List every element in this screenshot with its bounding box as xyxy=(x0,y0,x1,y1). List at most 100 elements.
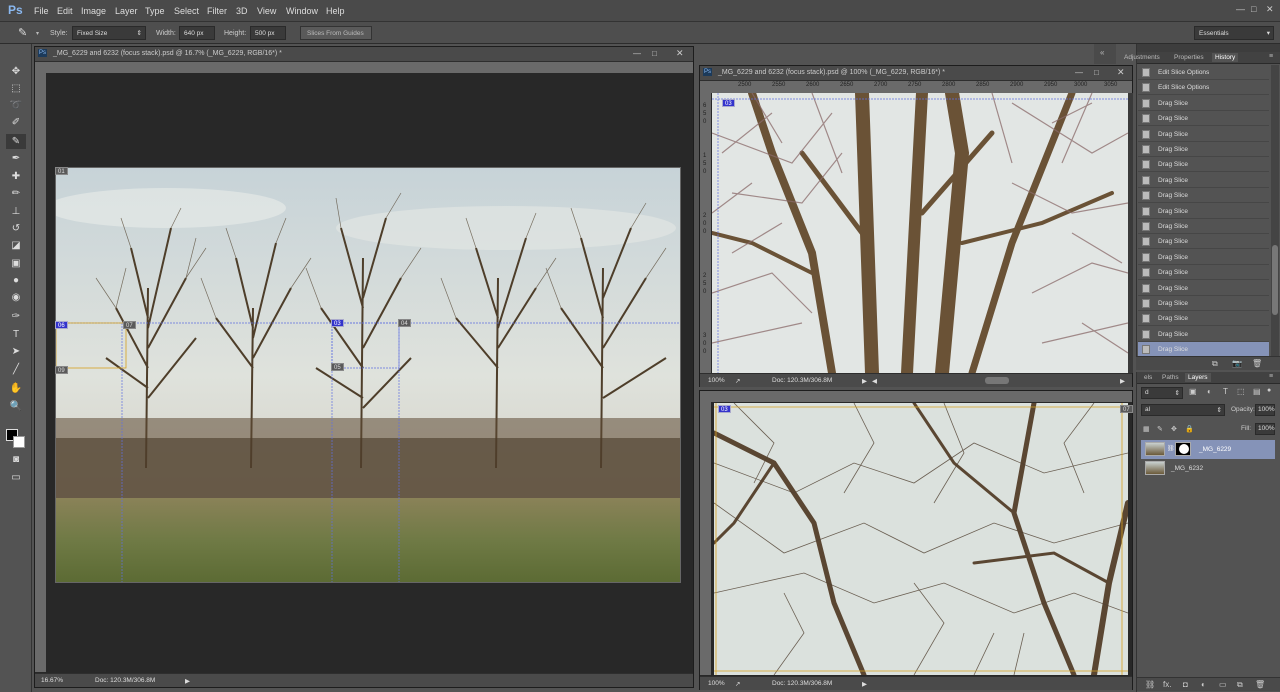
new-document-from-state-icon[interactable]: ⧉ xyxy=(1212,359,1218,369)
history-state-item[interactable]: Drag Slice xyxy=(1138,95,1269,111)
lock-all-icon[interactable]: 🔒 xyxy=(1185,425,1194,433)
history-state-item[interactable]: Drag Slice xyxy=(1138,249,1269,265)
history-state-item[interactable]: Edit Slice Options xyxy=(1138,65,1269,80)
move-tool-icon[interactable]: ✥ xyxy=(6,64,26,79)
history-state-item[interactable]: Drag Slice xyxy=(1138,296,1269,311)
lock-position-icon[interactable]: ✥ xyxy=(1171,425,1177,433)
tab-adjustments[interactable]: Adjustments xyxy=(1121,53,1163,62)
tab-history[interactable]: History xyxy=(1212,53,1239,62)
adjustment-layer-icon[interactable]: ◐ xyxy=(1201,680,1206,689)
slice-label-04[interactable]: 04 xyxy=(398,319,411,327)
tab-properties[interactable]: Properties xyxy=(1171,53,1207,62)
slice-label-05[interactable]: 05 xyxy=(331,363,344,371)
menu-select[interactable]: Select xyxy=(174,6,199,16)
horizontal-scroll-thumb[interactable] xyxy=(985,377,1009,384)
snapshot-camera-icon[interactable]: 📷 xyxy=(1232,359,1242,368)
history-state-item[interactable]: Drag Slice xyxy=(1138,342,1269,358)
history-state-item[interactable]: Drag Slice xyxy=(1138,203,1269,219)
eyedropper-tool-icon[interactable]: ✒ xyxy=(6,151,26,166)
lock-transparent-icon[interactable]: ▦ xyxy=(1143,425,1150,433)
hand-tool-icon[interactable]: ✋ xyxy=(6,381,26,396)
menu-filter[interactable]: Filter xyxy=(207,6,227,16)
gradient-tool-icon[interactable]: ▣ xyxy=(6,256,26,271)
brush-tool-icon[interactable]: ✏ xyxy=(6,186,26,201)
slice-label-03[interactable]: 03 xyxy=(722,99,735,107)
lasso-tool-icon[interactable]: ➰ xyxy=(6,98,26,113)
history-state-item[interactable]: Drag Slice xyxy=(1138,188,1269,204)
history-brush-tool-icon[interactable]: ↺ xyxy=(6,221,26,236)
branches-closeup-canvas[interactable] xyxy=(714,403,1128,675)
path-select-tool-icon[interactable]: ➤ xyxy=(6,344,26,359)
zoom-tool-icon[interactable]: 🔍 xyxy=(6,399,26,414)
maximize-icon[interactable]: □ xyxy=(1094,68,1099,77)
slice-tool-icon[interactable]: ✎ xyxy=(6,134,26,149)
menu-window[interactable]: Window xyxy=(286,6,318,16)
line-tool-icon[interactable]: ╱ xyxy=(6,362,26,377)
adjustment-filter-icon[interactable]: ◐ xyxy=(1207,387,1212,396)
fill-field[interactable]: 100% xyxy=(1255,423,1275,435)
history-state-item[interactable]: Drag Slice xyxy=(1138,311,1269,327)
slice-label-03[interactable]: 03 xyxy=(331,319,344,327)
minimize-icon[interactable]: — xyxy=(1075,68,1083,77)
status-menu-icon[interactable]: ↗ xyxy=(735,377,740,385)
menu-type[interactable]: Type xyxy=(145,6,165,16)
trash-icon[interactable]: 🗑 xyxy=(1252,359,1262,368)
slice-label-06[interactable]: 06 xyxy=(55,321,68,329)
opacity-field[interactable]: 100% xyxy=(1255,404,1275,416)
scroll-left-icon[interactable]: ◀ xyxy=(872,377,877,385)
status-menu-arrow-icon[interactable]: ▶ xyxy=(862,377,867,385)
history-state-item[interactable]: Edit Slice Options xyxy=(1138,80,1269,96)
history-scroll-thumb[interactable] xyxy=(1272,245,1278,315)
top-document-tab[interactable]: Ps _MG_6229 and 6232 (focus stack).psd @… xyxy=(700,66,1132,81)
vertical-scrollbar[interactable] xyxy=(1128,93,1133,373)
panel-grip[interactable] xyxy=(1137,44,1280,52)
new-layer-icon[interactable]: ⧉ xyxy=(1237,680,1243,690)
history-state-item[interactable]: Drag Slice xyxy=(1138,111,1269,127)
quick-mask-icon[interactable]: ◙ xyxy=(6,452,26,467)
layer-kind-filter[interactable]: d ⇕ xyxy=(1141,387,1183,399)
layer-mask-thumbnail[interactable] xyxy=(1175,442,1191,456)
width-field[interactable]: 640 px xyxy=(179,26,215,40)
slice-label-07[interactable]: 07 xyxy=(1120,405,1133,413)
slices-from-guides-button[interactable]: Slices From Guides xyxy=(300,26,372,40)
landscape-photo-canvas[interactable] xyxy=(55,167,681,583)
tab-channels[interactable]: els xyxy=(1141,373,1155,382)
workspace-select[interactable]: Essentials ▾ xyxy=(1194,26,1274,40)
main-document-tab[interactable]: Ps _MG_6229 and 6232 (focus stack).psd @… xyxy=(35,47,693,62)
menu-layer[interactable]: Layer xyxy=(115,6,138,16)
main-document-window[interactable]: Ps _MG_6229 and 6232 (focus stack).psd @… xyxy=(34,46,694,688)
close-icon[interactable]: ✕ xyxy=(1117,67,1125,78)
top-zoom-level[interactable]: 100% xyxy=(708,377,725,384)
tree-closeup-canvas[interactable] xyxy=(712,93,1128,373)
fx-icon[interactable]: fx. xyxy=(1163,680,1171,689)
dodge-tool-icon[interactable]: ◉ xyxy=(6,290,26,305)
add-mask-icon[interactable]: ◘ xyxy=(1183,680,1188,689)
bottom-zoom-level[interactable]: 100% xyxy=(708,680,725,687)
menu-view[interactable]: View xyxy=(257,6,276,16)
trash-icon[interactable]: 🗑 xyxy=(1255,680,1265,689)
menu-edit[interactable]: Edit xyxy=(57,6,73,16)
tool-preset-chevron-icon[interactable]: ▾ xyxy=(36,30,39,37)
panel-menu-icon[interactable]: ≡ xyxy=(1269,53,1273,60)
menu-image[interactable]: Image xyxy=(81,6,106,16)
history-state-item[interactable]: Drag Slice xyxy=(1138,234,1269,250)
history-state-item[interactable]: Drag Slice xyxy=(1138,157,1269,173)
pixel-filter-icon[interactable]: ▣ xyxy=(1189,387,1197,396)
slice-label-03[interactable]: 03 xyxy=(718,405,731,413)
minimize-icon[interactable]: — xyxy=(633,49,641,58)
tab-layers[interactable]: Layers xyxy=(1185,373,1211,382)
menu-help[interactable]: Help xyxy=(326,6,345,16)
eraser-tool-icon[interactable]: ◪ xyxy=(6,238,26,253)
clone-stamp-tool-icon[interactable]: ⊥ xyxy=(6,204,26,219)
history-scrollbar[interactable] xyxy=(1271,65,1279,357)
close-icon[interactable]: ✕ xyxy=(676,48,684,59)
history-state-item[interactable]: Drag Slice xyxy=(1138,172,1269,188)
status-menu-icon[interactable]: ↗ xyxy=(735,680,740,688)
top-document-window[interactable]: Ps _MG_6229 and 6232 (focus stack).psd @… xyxy=(699,65,1133,387)
style-select[interactable]: Fixed Size ⇕ xyxy=(72,26,146,40)
maximize-icon[interactable]: □ xyxy=(652,49,657,58)
history-state-item[interactable]: Drag Slice xyxy=(1138,126,1269,142)
screen-mode-icon[interactable]: ▭ xyxy=(6,470,26,485)
healing-brush-tool-icon[interactable]: ✚ xyxy=(6,169,26,184)
link-layers-icon[interactable]: ⛓ xyxy=(1145,680,1155,689)
